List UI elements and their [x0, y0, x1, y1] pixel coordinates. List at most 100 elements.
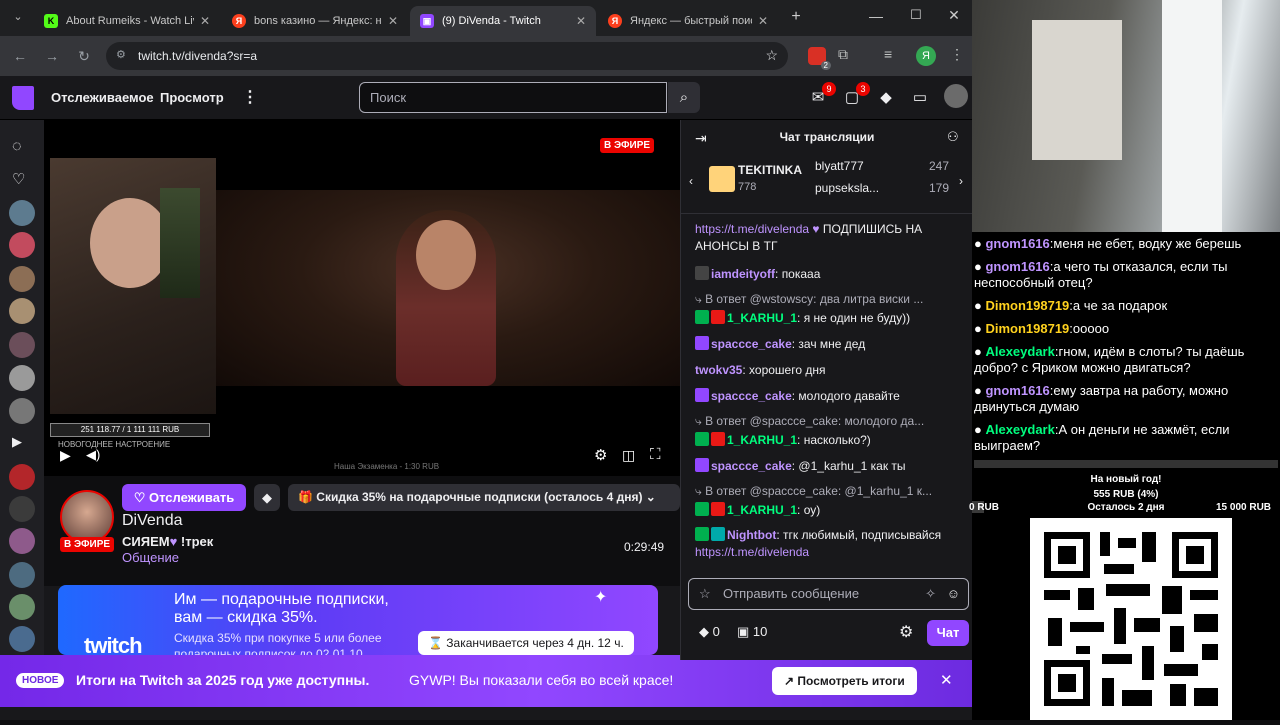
- profile-avatar[interactable]: Я: [916, 46, 936, 66]
- notifications-icon[interactable]: ▢ 3: [842, 82, 870, 108]
- gifter-name[interactable]: pupseksla...: [815, 181, 879, 195]
- sidebar-channel-avatar[interactable]: [9, 398, 35, 424]
- back-icon[interactable]: ←: [10, 46, 30, 66]
- bot-badge-icon: [711, 527, 725, 541]
- tab-rumeiks[interactable]: K About Rumeiks - Watch Liv ✕: [34, 6, 220, 36]
- nav-browse[interactable]: Просмотр: [160, 90, 224, 105]
- emote-picker-icon[interactable]: ☺: [947, 579, 960, 609]
- close-tab-icon[interactable]: ✕: [758, 14, 768, 28]
- video-player[interactable]: В ЭФИРЕ 251 118.77 / 1 111 111 RUB НОВОГ…: [44, 120, 680, 476]
- chat-username[interactable]: 1_KARHU_1: [727, 503, 797, 517]
- promo-headline: Им — подарочные подписки,: [174, 591, 389, 608]
- minimize-icon[interactable]: —: [866, 8, 886, 24]
- tab-search-icon[interactable]: ⌄: [8, 10, 28, 26]
- bits-badge-icon[interactable]: ☆: [699, 579, 711, 609]
- purple-heart-icon: ♥: [169, 534, 178, 549]
- twitch-logo-icon[interactable]: [12, 86, 34, 110]
- close-tab-icon[interactable]: ✕: [200, 14, 210, 28]
- top-gifter-count: 778: [738, 181, 757, 193]
- follow-button[interactable]: ♡ Отслеживать: [122, 484, 246, 511]
- play-icon[interactable]: ▶: [60, 447, 71, 464]
- chat-username[interactable]: 1_KARHU_1: [727, 433, 797, 447]
- theatre-mode-icon[interactable]: ◫: [622, 447, 635, 464]
- chat-username[interactable]: Nightbot: [727, 528, 776, 542]
- chat-message: twokv35: хорошего дня: [695, 363, 826, 377]
- chat-username[interactable]: spaccce_cake: [711, 389, 792, 403]
- close-banner-icon[interactable]: ✕: [940, 671, 953, 689]
- sidebar-channel-avatar[interactable]: [9, 298, 35, 324]
- channel-name[interactable]: DiVenda: [122, 512, 183, 530]
- tab-twitch-divenda[interactable]: ▣ (9) DiVenda - Twitch ✕: [410, 6, 596, 36]
- chat-username[interactable]: spaccce_cake: [711, 337, 792, 351]
- inbox-icon[interactable]: ✉ 9: [808, 82, 836, 108]
- chat-username[interactable]: iamdeityoff: [711, 267, 775, 281]
- user-avatar[interactable]: [944, 84, 968, 108]
- turbo-icon[interactable]: ▭: [910, 88, 930, 108]
- fullscreen-icon[interactable]: ⛶: [650, 446, 661, 463]
- gift-sub-promo-button[interactable]: 🎁 Скидка 35% на подарочные подписки (ост…: [288, 484, 680, 511]
- chat-settings-icon[interactable]: ⚙: [899, 622, 913, 642]
- volume-icon[interactable]: ◀): [86, 447, 100, 463]
- close-window-icon[interactable]: ✕: [944, 7, 964, 24]
- magic-icon[interactable]: ✧: [925, 579, 936, 609]
- extensions-puzzle-icon[interactable]: ⧉: [838, 46, 848, 63]
- search-icon[interactable]: ⌕: [668, 82, 700, 113]
- sidebar-channel-avatar[interactable]: [9, 496, 35, 522]
- new-tab-icon[interactable]: +: [786, 8, 806, 28]
- community-icon[interactable]: ⚇: [947, 129, 959, 145]
- gifter-name[interactable]: blyatt777: [815, 159, 864, 173]
- channel-points[interactable]: ◆ 0: [699, 624, 720, 640]
- gift-leaderboard: ‹ TEKITINKA 778 blyatt777 247 pupseksla.…: [681, 154, 973, 214]
- chat-message: 1_KARHU_1: оу): [695, 502, 965, 519]
- close-tab-icon[interactable]: ✕: [388, 14, 398, 28]
- sidebar-channel-avatar[interactable]: [9, 562, 35, 588]
- more-menu-icon[interactable]: ⋮: [242, 87, 258, 107]
- sidebar-channel-avatar[interactable]: [9, 626, 35, 652]
- url-field[interactable]: ⚙ twitch.tv/divenda?sr=a ☆: [106, 42, 788, 70]
- search-input[interactable]: Поиск: [359, 82, 667, 113]
- bookmark-star-icon[interactable]: ☆: [765, 47, 778, 64]
- view-recap-button[interactable]: ↗ Посмотреть итоги: [772, 667, 917, 695]
- sidebar-channel-avatar[interactable]: [9, 464, 35, 490]
- tab-yandex[interactable]: Я Яндекс — быстрый поиск ✕: [598, 6, 778, 36]
- chat-username[interactable]: twokv35: [695, 363, 742, 377]
- chat-username[interactable]: spaccce_cake: [711, 459, 792, 473]
- site-info-icon[interactable]: ⚙: [116, 48, 126, 61]
- recommended-icon[interactable]: ◌: [12, 138, 22, 156]
- close-tab-icon[interactable]: ✕: [576, 14, 586, 28]
- sidebar-channel-avatar[interactable]: [9, 332, 35, 358]
- address-toolbar: ← → ↻ ⚙ twitch.tv/divenda?sr=a ☆ 2 ⧉ ≡ Я…: [0, 36, 972, 76]
- chat-input[interactable]: Отправить сообщение ☆ ✧ ☺: [688, 578, 969, 610]
- send-chat-button[interactable]: Чат: [927, 620, 969, 646]
- sidebar-channel-avatar[interactable]: [9, 200, 35, 226]
- forward-icon[interactable]: →: [42, 46, 62, 66]
- chat-message: spaccce_cake: @1_karhu_1 как ты: [695, 458, 965, 475]
- sidebar-channel-avatar[interactable]: [9, 594, 35, 620]
- gift-sub-promo-card[interactable]: twitch Им — подарочные подписки, вам — с…: [58, 585, 658, 655]
- chevron-right-icon[interactable]: ›: [959, 174, 963, 188]
- browser-menu-icon[interactable]: ⋮: [950, 46, 964, 63]
- settings-gear-icon[interactable]: ⚙: [594, 446, 607, 464]
- yandex-favicon-icon: Я: [232, 14, 246, 28]
- tab-yandex-search[interactable]: Я bons казино — Яндекс: на ✕: [222, 6, 408, 36]
- banner-text: Итоги на Twitch за 2025 год уже доступны…: [76, 672, 370, 688]
- bits-cheer-icon[interactable]: ◆: [254, 484, 280, 511]
- reload-icon[interactable]: ↻: [74, 46, 94, 66]
- bits-icon[interactable]: ◆: [876, 88, 896, 108]
- chevron-left-icon[interactable]: ‹: [689, 174, 693, 188]
- top-gifter-name[interactable]: TEKITINKA: [738, 163, 802, 177]
- chat-link[interactable]: https://t.me/divelenda: [695, 545, 809, 559]
- following-heart-icon[interactable]: ♡: [12, 170, 25, 188]
- extension-icon[interactable]: 2: [808, 47, 831, 70]
- sidebar-channel-avatar[interactable]: [9, 266, 35, 292]
- channel-avatar[interactable]: [60, 490, 114, 544]
- maximize-icon[interactable]: ☐: [906, 7, 926, 23]
- sidebar-channel-avatar[interactable]: [9, 232, 35, 258]
- sidebar-channel-avatar[interactable]: [9, 528, 35, 554]
- nav-following[interactable]: Отслеживаемое: [51, 90, 154, 105]
- chat-username[interactable]: 1_KARHU_1: [727, 311, 797, 325]
- media-controls-icon[interactable]: ≡: [884, 46, 892, 62]
- stream-category[interactable]: Общение: [122, 550, 179, 565]
- sidebar-channel-avatar[interactable]: [9, 365, 35, 391]
- chat-link[interactable]: https://t.me/divelenda: [695, 222, 809, 236]
